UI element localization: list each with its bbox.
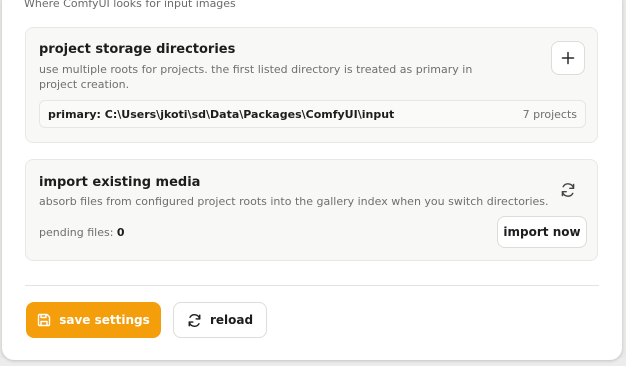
directory-project-count: 7 projects — [522, 108, 577, 121]
pending-files-label: pending files: — [39, 226, 114, 239]
pending-files: pending files: 0 — [39, 226, 125, 239]
section-divider — [25, 285, 599, 286]
project-storage-description: use multiple roots for projects. the fir… — [39, 63, 473, 91]
import-media-card: import existing media absorb files from … — [25, 159, 598, 261]
refresh-icon — [188, 313, 201, 327]
import-media-description: absorb files from configured project roo… — [39, 195, 549, 208]
input-directory-hint: Where ComfyUI looks for input images — [24, 0, 236, 10]
import-now-button[interactable]: import now — [497, 216, 587, 248]
project-storage-title: project storage directories — [39, 42, 236, 57]
save-settings-label: save settings — [59, 313, 150, 327]
reload-button[interactable]: reload — [173, 302, 267, 338]
refresh-icon — [561, 183, 575, 197]
directory-row-primary[interactable]: primary: C:\Users\jkoti\sd\Data\Packages… — [39, 100, 586, 128]
import-media-title: import existing media — [39, 175, 201, 190]
rescan-button[interactable] — [556, 178, 580, 202]
save-settings-button[interactable]: save settings — [26, 302, 161, 338]
pending-files-count: 0 — [116, 226, 125, 239]
reload-label: reload — [209, 313, 254, 327]
import-now-label: import now — [503, 225, 581, 239]
directory-path: primary: C:\Users\jkoti\sd\Data\Packages… — [48, 108, 395, 121]
floppy-disk-icon — [38, 313, 51, 327]
plus-icon — [561, 51, 575, 65]
project-storage-card: project storage directories use multiple… — [25, 27, 598, 143]
add-directory-button[interactable] — [551, 41, 585, 75]
